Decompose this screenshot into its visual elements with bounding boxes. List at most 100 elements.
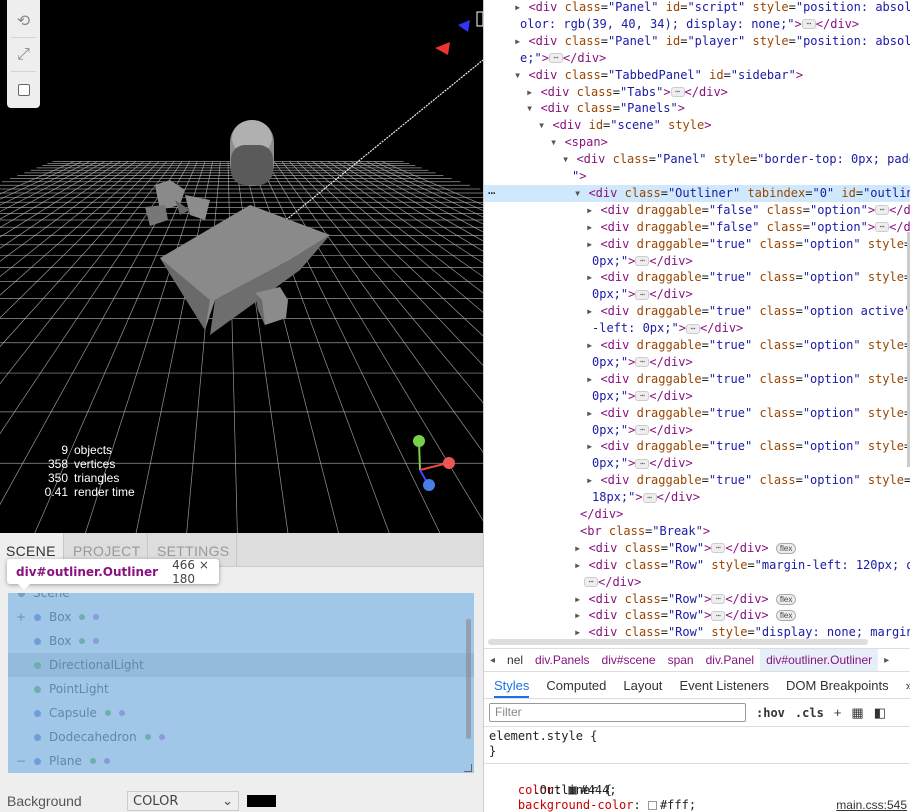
tab-event-listeners[interactable]: Event Listeners [679,678,769,693]
collapsed-triangle-icon[interactable]: ▸ [574,592,588,606]
collapsed-triangle-icon[interactable]: ▸ [526,85,540,99]
breadcrumb-item[interactable]: div#outliner.Outliner [760,649,879,671]
dom-node-line[interactable]: ▾ <div class="Panels"> [484,100,910,117]
dom-node-line[interactable]: ▾ <span> [484,134,910,151]
breadcrumb-right-icon[interactable]: ▸ [878,655,895,666]
dom-node-line[interactable]: ▾ <div class="Outliner" tabindex="0" id=… [484,184,910,202]
outliner-rule-selector[interactable]: .Outliner { [532,783,611,797]
dom-node-line[interactable]: -left: 0px;"> ⋯ </div> [484,320,910,337]
sidebar-toggle-icon[interactable]: ◧ [874,705,886,721]
collapsed-triangle-icon[interactable]: ▸ [574,541,588,555]
collapsed-triangle-icon[interactable]: ▸ [586,220,600,234]
collapsed-triangle-icon[interactable]: ▸ [586,270,600,284]
collapsed-triangle-icon[interactable]: ▸ [586,439,600,453]
dom-node-line[interactable]: ▸ <div class="Tabs"> ⋯ </div> [484,84,910,101]
expand-icon[interactable]: + [16,610,26,624]
node-actions-icon[interactable]: ⋯ [488,185,495,202]
outliner-item[interactable]: Box [8,629,474,653]
tab-project[interactable]: PROJECT [73,543,140,559]
dom-tree[interactable]: ▸ <div class="Panel" id="script" style="… [484,0,910,640]
tab-scene[interactable]: SCENE [6,543,56,559]
dom-node-line[interactable]: 0px;"> ⋯ </div> [484,253,910,270]
local-toggle[interactable] [7,74,40,106]
breadcrumb-item[interactable]: div.Panel [700,653,760,667]
dom-node-line[interactable]: e;"> ⋯ </div> [484,50,910,67]
resize-grip-icon[interactable] [464,764,472,772]
background-color-swatch-devtools[interactable] [647,801,657,810]
dom-node-line[interactable]: ▸ <div class="Row" style="margin-left: 1… [484,557,910,574]
expanded-triangle-icon[interactable]: ▾ [514,68,528,82]
add-rule-icon[interactable]: + [834,705,842,720]
hov-button[interactable]: :hov [756,706,785,720]
stylesheet-link[interactable]: main.css:545 [836,798,907,812]
collapsed-triangle-icon[interactable]: ▸ [586,338,600,352]
dom-horizontal-scrollbar[interactable] [488,639,868,645]
dom-node-line[interactable]: 18px;"> ⋯ </div> [484,489,910,506]
expanded-triangle-icon[interactable]: ▾ [538,118,552,132]
viewport-3d[interactable]: ⟲ ⤢ 9 objects 358 vertices 350 triangles 0.… [0,0,483,533]
dom-node-line[interactable]: olor: rgb(39, 40, 34); display: none;"> ⋯… [484,16,910,33]
collapse-icon[interactable]: − [16,754,26,768]
tab-styles[interactable]: Styles [494,678,530,698]
tab-layout[interactable]: Layout [623,678,662,693]
collapsed-triangle-icon[interactable]: ▸ [586,304,600,318]
dom-node-line[interactable]: ▸ <div class="Panel" id="player" style="… [484,33,910,50]
dom-node-line[interactable]: <br class="Break"> [484,523,910,540]
dom-node-line[interactable]: 0px;"> ⋯ </div> [484,286,910,303]
dom-node-line[interactable]: ▸ <div class="Row"> ⋯ </div> flex [484,591,910,608]
outliner[interactable]: Scene + Box Box DirectionalLight PointLight Ca… [8,593,474,773]
dom-node-line[interactable]: 0px;"> ⋯ </div> [484,422,910,439]
expanded-triangle-icon[interactable]: ▾ [562,152,576,166]
collapsed-triangle-icon[interactable]: ▸ [586,237,600,251]
local-checkbox[interactable] [17,84,30,96]
scale-icon[interactable]: ⤢ [7,38,40,70]
dom-node-line[interactable]: ▸ <div draggable="true" class="option" s… [484,438,910,455]
collapsed-triangle-icon[interactable]: ▸ [586,372,600,386]
breadcrumb-item[interactable]: nel [501,653,529,667]
breadcrumb-item[interactable]: div.Panels [529,653,595,667]
dom-node-line[interactable]: ▸ <div class="Row"> ⋯ </div> flex [484,607,910,624]
dom-node-line[interactable]: ▸ <div draggable="true" class="option" s… [484,236,910,253]
outliner-item[interactable]: Capsule [8,701,474,725]
background-color-prop[interactable]: background-color [518,798,634,812]
outliner-item[interactable]: PointLight [8,677,474,701]
dom-node-line[interactable]: "> [484,168,910,185]
expanded-triangle-icon[interactable]: ▾ [526,101,540,115]
dom-node-line[interactable]: ▾ <div class="TabbedPanel" id="sidebar"> [484,67,910,84]
outliner-scrollbar[interactable] [466,619,471,739]
dom-node-line[interactable]: ▸ <div class="Panel" id="script" style="… [484,0,910,16]
tab-dom-breakpoints[interactable]: DOM Breakpoints [786,678,889,693]
dom-node-line[interactable]: ⋯ </div> [484,574,910,591]
collapsed-triangle-icon[interactable]: ▸ [574,558,588,572]
collapsed-triangle-icon[interactable]: ▸ [586,203,600,217]
collapsed-triangle-icon[interactable]: ▸ [586,406,600,420]
collapsed-triangle-icon[interactable]: ▸ [514,34,528,48]
dom-node-line[interactable]: ▸ <div draggable="true" class="option" s… [484,337,910,354]
collapsed-triangle-icon[interactable]: ▸ [574,625,588,639]
dom-node-line[interactable]: 0px;"> ⋯ </div> [484,388,910,405]
dom-node-line[interactable]: 0px;"> ⋯ </div> [484,455,910,472]
dom-node-line[interactable]: ▸ <div draggable="true" class="option" s… [484,472,910,489]
background-color-value[interactable]: #fff; [660,798,696,812]
outliner-item[interactable]: DirectionalLight [8,653,474,677]
background-color-swatch[interactable] [247,795,276,807]
dom-node-line[interactable]: ▸ <div draggable="false" class="option">… [484,219,910,236]
dom-node-line[interactable]: ▾ <div class="Panel" style="border-top: … [484,151,910,168]
outliner-item[interactable]: Scene [8,593,474,605]
dom-node-line[interactable]: ▸ <div draggable="true" class="option" s… [484,405,910,422]
breadcrumb-item[interactable]: span [662,653,700,667]
paint-icon[interactable]: ▦ [851,705,863,721]
breadcrumb-left-icon[interactable]: ◂ [484,655,501,666]
tab-computed[interactable]: Computed [546,678,606,693]
more-tabs-icon[interactable]: » [906,678,910,693]
cls-button[interactable]: .cls [795,706,824,720]
collapsed-triangle-icon[interactable]: ▸ [586,473,600,487]
dom-node-line[interactable]: </div> [484,506,910,523]
outliner-item[interactable]: Dodecahedron [8,725,474,749]
dom-node-line[interactable]: ▸ <div draggable="false" class="option">… [484,202,910,219]
dom-node-line[interactable]: ▸ <div draggable="true" class="option" s… [484,371,910,388]
element-style-selector[interactable]: element.style { [489,729,597,743]
dom-node-line[interactable]: ▸ <div draggable="true" class="option" s… [484,269,910,286]
expanded-triangle-icon[interactable]: ▾ [574,186,588,200]
dom-node-line[interactable]: ▸ <div draggable="true" class="option ac… [484,303,910,320]
